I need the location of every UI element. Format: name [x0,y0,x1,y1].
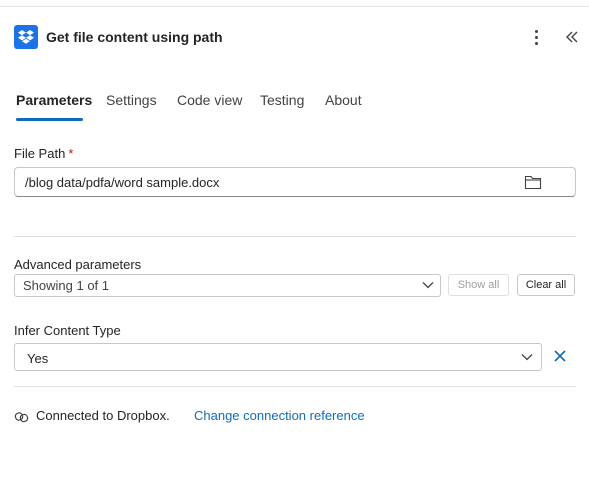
tab-about[interactable]: About [325,92,362,108]
collapse-panel-button[interactable] [562,27,582,47]
change-connection-link[interactable]: Change connection reference [194,408,365,423]
tab-parameters[interactable]: Parameters [16,92,92,108]
more-vertical-icon [535,30,538,33]
advanced-parameters-select[interactable]: Showing 1 of 1 [14,274,441,297]
file-path-input[interactable]: /blog data/pdfa/word sample.docx [14,167,576,197]
double-chevron-left-icon [566,31,578,43]
tab-code-view[interactable]: Code view [177,92,242,108]
file-path-label: File Path * [14,146,73,161]
infer-content-type-value: Yes [27,351,49,366]
section-divider [14,386,576,387]
show-all-button[interactable]: Show all [448,274,509,296]
file-path-value[interactable]: /blog data/pdfa/word sample.docx [25,175,219,190]
tab-settings[interactable]: Settings [106,92,157,108]
active-tab-indicator [16,118,83,121]
infer-content-type-label: Infer Content Type [14,323,121,338]
more-options-button[interactable] [528,25,544,49]
section-divider [14,236,576,237]
advanced-parameters-label: Advanced parameters [14,257,142,272]
required-marker: * [68,146,74,161]
close-icon[interactable] [552,348,568,364]
tab-testing[interactable]: Testing [260,92,304,108]
file-path-label-text: File Path [14,146,66,161]
chevron-down-icon [422,282,434,289]
link-icon [14,412,29,423]
clear-all-button[interactable]: Clear all [517,274,575,296]
panel-title: Get file content using path [46,29,223,45]
folder-icon[interactable] [523,173,543,191]
infer-content-type-select[interactable]: Yes [14,343,542,371]
dropbox-icon [14,25,38,49]
chevron-down-icon [521,354,533,361]
panel-header: Get file content using path [14,25,580,49]
top-border [0,0,589,7]
advanced-parameters-value: Showing 1 of 1 [23,278,110,293]
connection-status-text: Connected to Dropbox. [36,408,170,423]
